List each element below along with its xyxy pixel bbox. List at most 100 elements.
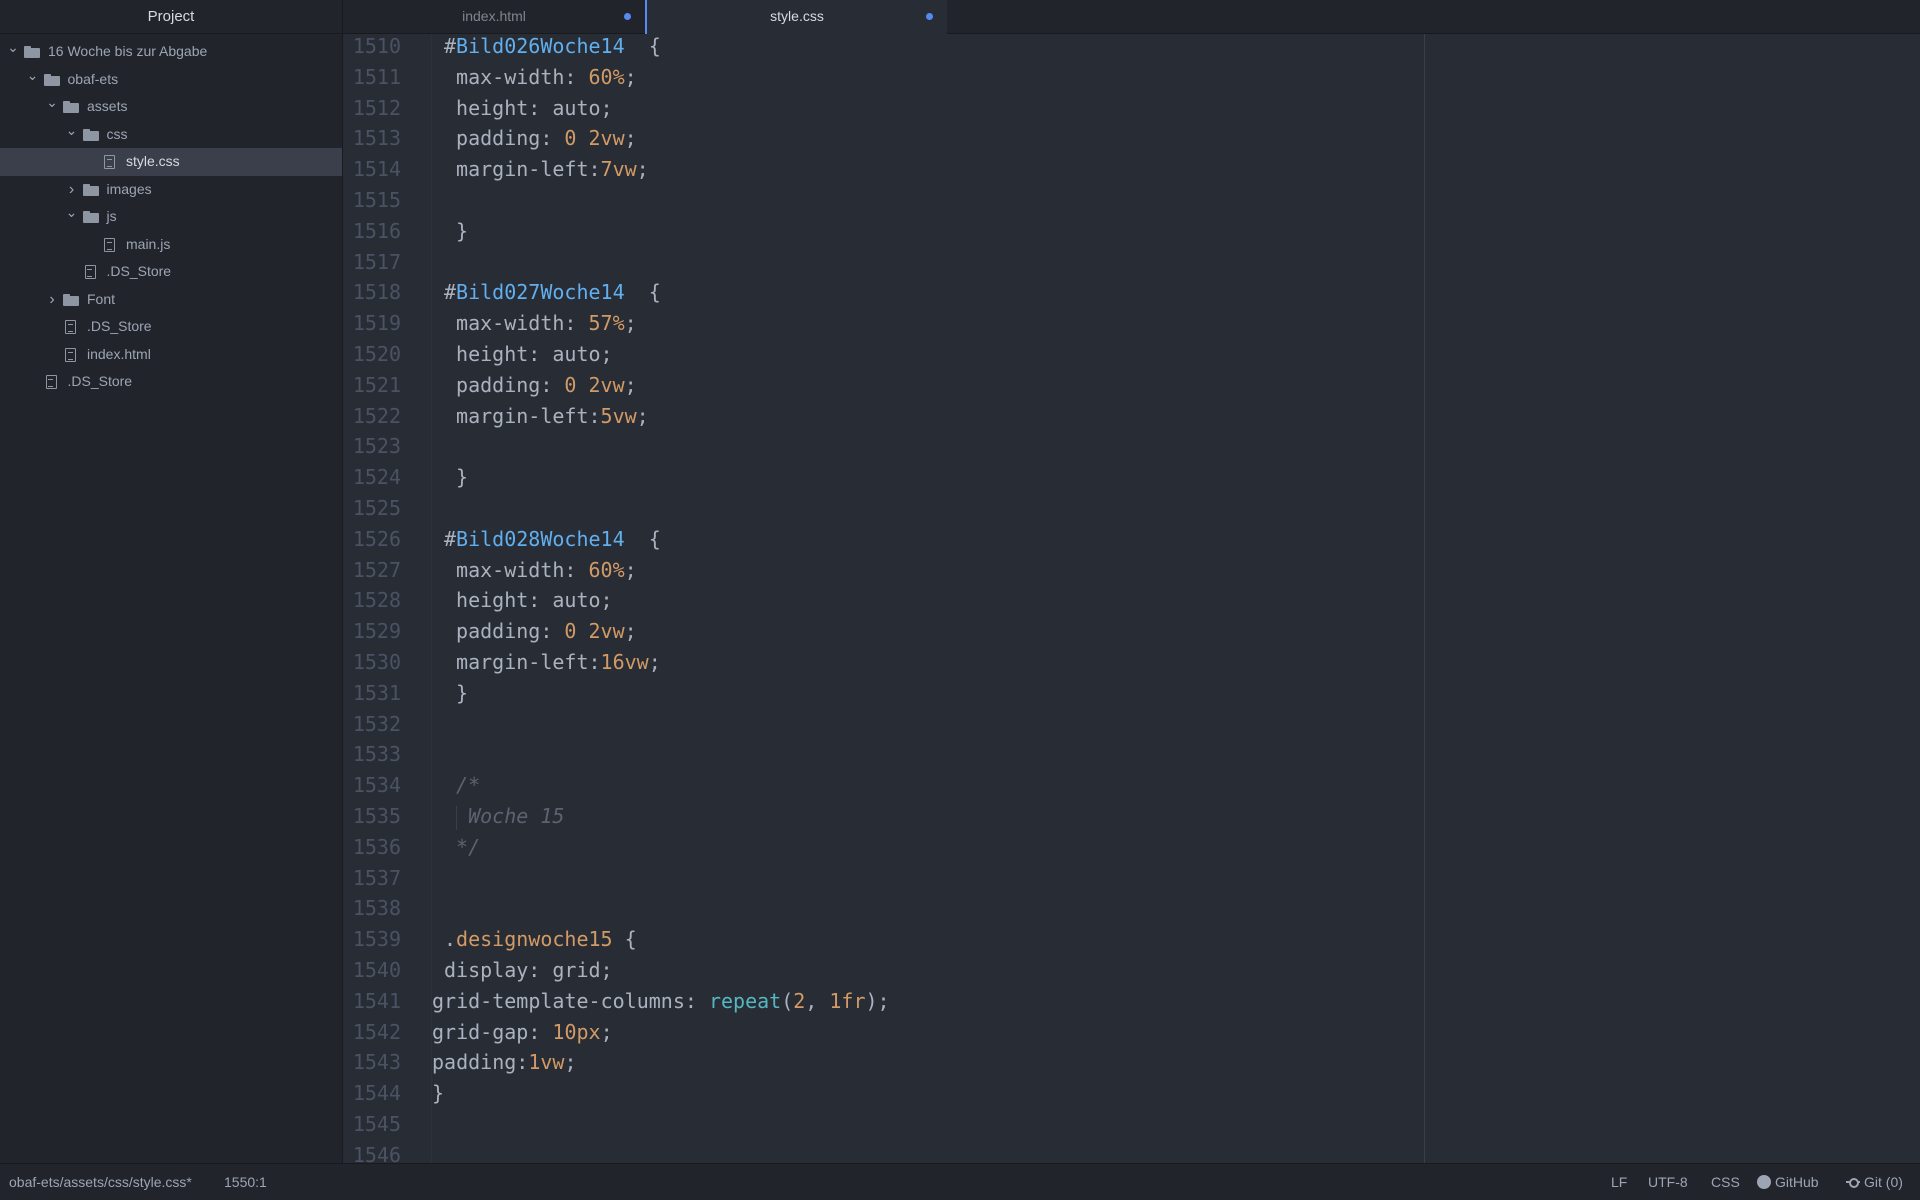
chevron-down-icon[interactable]: ⌄ xyxy=(45,89,59,117)
code-token: 0 xyxy=(564,619,577,644)
line-number: 1538 xyxy=(352,896,401,921)
line-text: } xyxy=(444,462,468,493)
line-number: 1511 xyxy=(352,64,401,89)
chevron-right-icon[interactable]: › xyxy=(45,286,59,314)
chevron-down-icon[interactable]: ⌄ xyxy=(65,117,79,145)
line-text: display: grid; xyxy=(444,955,613,986)
grammar-selector[interactable]: CSS xyxy=(1711,1164,1740,1200)
line-text: #Bild028Woche14 { xyxy=(444,524,661,555)
github-button[interactable]: GitHub xyxy=(1757,1164,1819,1200)
tree-item-label: 16 Woche bis zur Abgabe xyxy=(48,43,208,59)
tree-folder[interactable]: ⌄ css xyxy=(0,121,342,149)
tree-file[interactable]: .DS_Store xyxy=(0,313,342,341)
code-editor[interactable]: 1510 #Bild026Woche14 {1511 max-width: 60%… xyxy=(343,34,1920,1164)
line-text: } xyxy=(444,678,468,709)
line-number: 1528 xyxy=(352,588,401,613)
line-text: padding: 0 2vw; xyxy=(444,123,637,154)
tree-item-label: style.css xyxy=(126,153,180,169)
git-commit-icon xyxy=(1846,1175,1860,1189)
line-number: 1512 xyxy=(352,95,401,120)
file-icon xyxy=(104,237,115,252)
file-path[interactable]: obaf-ets/assets/css/style.css* xyxy=(9,1164,192,1200)
code-token: 0 xyxy=(564,126,577,151)
tree-folder[interactable]: › Font xyxy=(0,286,342,314)
code-token: Bild028Woche14 xyxy=(456,526,625,551)
tree-folder[interactable]: › images xyxy=(0,176,342,204)
line-number: 1521 xyxy=(352,372,401,397)
folder-icon xyxy=(24,46,40,58)
tab-style-css[interactable]: style.css xyxy=(645,0,947,34)
line-number: 1542 xyxy=(352,1019,401,1044)
code-token: 2vw xyxy=(588,619,625,644)
cursor-position[interactable]: 1550:1 xyxy=(224,1164,267,1200)
line-text: max-width: 60%; xyxy=(444,555,637,586)
tree-file[interactable]: main.js xyxy=(0,231,342,259)
line-text: } xyxy=(444,216,468,247)
code-token: padding: xyxy=(444,372,565,397)
code-token: display: grid; xyxy=(444,958,613,982)
code-token: Bild026Woche14 xyxy=(456,34,625,58)
code-token: ; xyxy=(624,372,637,397)
code-token: ; xyxy=(624,619,637,644)
line-number: 1520 xyxy=(352,342,401,366)
line-number: 1527 xyxy=(352,557,401,582)
code-token: } xyxy=(432,1081,445,1106)
tree-folder[interactable]: ⌄ js xyxy=(0,203,342,231)
code-token: /* xyxy=(444,773,481,798)
line-number: 1532 xyxy=(352,711,401,736)
tree-file[interactable]: .DS_Store xyxy=(0,368,342,396)
code-token: padding: xyxy=(432,1050,529,1075)
folder-icon xyxy=(43,73,60,86)
chevron-down-icon[interactable]: ⌄ xyxy=(6,34,20,62)
chevron-down-icon[interactable]: ⌄ xyxy=(26,62,40,90)
code-token: repeat xyxy=(708,988,782,1013)
code-token: ; xyxy=(636,403,649,428)
tree-file[interactable]: index.html xyxy=(0,341,342,369)
file-icon xyxy=(65,347,76,362)
tree-folder[interactable]: ⌄ assets xyxy=(0,93,342,121)
tree-item-label: .DS_Store xyxy=(106,263,172,279)
code-token: height: auto; xyxy=(444,588,613,613)
code-token: 0 xyxy=(564,372,577,397)
code-token: { xyxy=(624,34,661,58)
line-number: 1536 xyxy=(352,834,401,859)
line-number: 1522 xyxy=(352,403,401,428)
code-token: } xyxy=(444,680,469,705)
tab-index-html[interactable]: index.html xyxy=(343,0,645,33)
line-number: 1541 xyxy=(352,988,401,1013)
chevron-down-icon[interactable]: ⌄ xyxy=(65,199,79,227)
project-panel-title: Project xyxy=(0,0,342,34)
tree-item-label: main.js xyxy=(126,235,171,252)
line-number: 1514 xyxy=(352,157,401,182)
line-number: 1518 xyxy=(352,280,401,305)
code-token: ; xyxy=(624,557,637,582)
tree-item-label: Font xyxy=(87,290,116,307)
line-number: 1510 xyxy=(352,34,401,58)
line-text: } xyxy=(432,1078,444,1109)
tree-item-label: .DS_Store xyxy=(87,318,152,334)
encoding-selector[interactable]: UTF-8 xyxy=(1648,1164,1688,1200)
line-text: max-width: 60%; xyxy=(444,62,637,93)
code-token: margin-left: xyxy=(444,157,601,182)
line-number: 1525 xyxy=(352,496,401,520)
line-number: 1540 xyxy=(352,958,401,982)
code-token: ( xyxy=(781,988,794,1013)
folder-icon xyxy=(82,211,99,223)
tree-file[interactable]: .DS_Store xyxy=(0,258,342,286)
line-ending-selector[interactable]: LF xyxy=(1611,1164,1627,1200)
code-token: ; xyxy=(624,126,637,151)
code-token: margin-left: xyxy=(444,403,601,428)
git-label: Git (0) xyxy=(1864,1174,1903,1190)
file-icon xyxy=(65,320,76,334)
code-token: grid-gap: xyxy=(432,1019,553,1044)
git-button[interactable]: Git (0) xyxy=(1846,1164,1903,1200)
indent-guide xyxy=(456,806,457,830)
line-number: 1539 xyxy=(352,927,401,952)
tree-folder[interactable]: ⌄ 16 Woche bis zur Abgabe xyxy=(0,38,342,66)
code-token: padding: xyxy=(444,126,565,151)
line-number: 1546 xyxy=(352,1142,401,1164)
code-token: 60% xyxy=(588,557,625,582)
tree-file[interactable]: style.css xyxy=(0,148,342,176)
code-token: } xyxy=(444,465,469,490)
